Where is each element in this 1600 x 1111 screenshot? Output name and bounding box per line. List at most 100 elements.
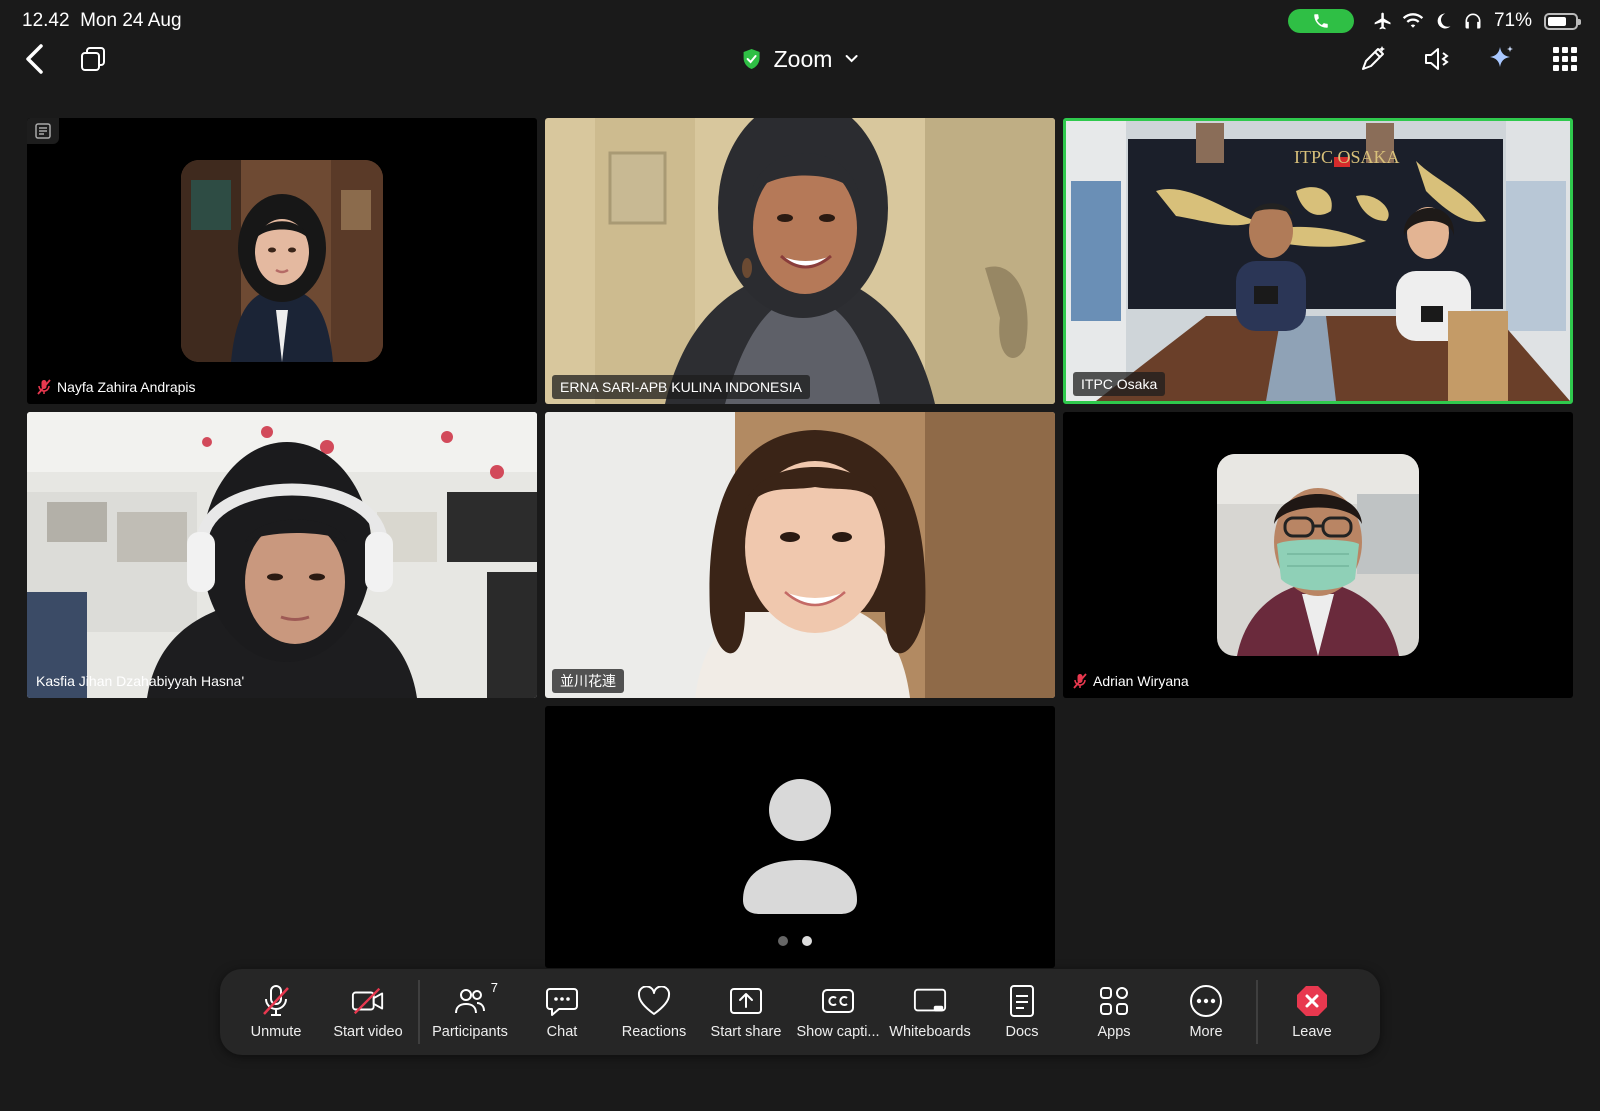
video-tile-itpc-osaka[interactable]: ITPC OSAKA ITPC Osaka <box>1063 118 1573 404</box>
meeting-toolbar: Unmute Start video 7 Participants Chat R… <box>220 969 1380 1055</box>
itpc-sign: ITPC OSAKA <box>1294 147 1400 167</box>
unmute-button[interactable]: Unmute <box>230 974 322 1050</box>
battery-level <box>1548 16 1566 26</box>
show-captions-button[interactable]: Show capti... <box>792 974 884 1050</box>
whiteboard-icon <box>913 984 947 1018</box>
docs-button[interactable]: Docs <box>976 974 1068 1050</box>
leave-label: Leave <box>1292 1024 1332 1040</box>
notes-icon <box>35 123 51 139</box>
participants-count-badge: 7 <box>490 980 498 995</box>
show-captions-label: Show capti... <box>796 1024 880 1040</box>
video-tile-erna[interactable]: ERNA SARI-APB KULINA INDONESIA <box>545 118 1055 404</box>
status-bar: 12.42 Mon 24 Aug 71% <box>0 0 1600 42</box>
participant-name: ERNA SARI-APB KULINA INDONESIA <box>560 379 802 395</box>
participant-name: ITPC Osaka <box>1081 376 1158 392</box>
participant-name: Kasfia Jihan Dzahabiyyah Hasna' <box>36 673 245 689</box>
participant-thumbnail <box>181 160 383 362</box>
more-button[interactable]: More <box>1160 974 1252 1050</box>
participant-thumbnail <box>1217 454 1419 656</box>
more-label: More <box>1189 1024 1223 1040</box>
apps-label: Apps <box>1097 1024 1131 1040</box>
start-share-button[interactable]: Start share <box>700 974 792 1050</box>
wifi-icon <box>1402 10 1424 32</box>
whiteboards-label: Whiteboards <box>889 1024 971 1040</box>
annotate-button[interactable] <box>1358 44 1388 74</box>
apps-icon <box>1097 984 1131 1018</box>
participant-name-label: Nayfa Zahira Andrapis <box>34 375 204 399</box>
ai-companion-button[interactable] <box>1486 44 1516 74</box>
status-icons: 71% <box>1287 8 1581 34</box>
participant-name: 並川花連 <box>560 673 616 689</box>
battery-percentage: 71% <box>1493 10 1532 31</box>
video-tile-namikawa[interactable]: 並川花連 <box>545 412 1055 698</box>
ai-companion-icon <box>1490 46 1513 67</box>
page-indicator <box>778 936 812 946</box>
muted-microphone-icon <box>259 984 293 1018</box>
heart-icon <box>637 984 671 1018</box>
picture-in-picture-button[interactable] <box>78 42 108 76</box>
page-dot-2[interactable] <box>802 936 812 946</box>
whiteboards-button[interactable]: Whiteboards <box>884 974 976 1050</box>
docs-label: Docs <box>1005 1024 1039 1040</box>
start-share-label: Start share <box>710 1024 782 1040</box>
video-tile-nayfa[interactable]: Nayfa Zahira Andrapis <box>27 118 537 404</box>
share-screen-icon <box>729 984 763 1018</box>
start-video-label: Start video <box>333 1024 403 1040</box>
toolbar-divider <box>1256 980 1258 1044</box>
grid-view-icon <box>1553 47 1577 71</box>
video-off-icon <box>351 984 385 1018</box>
chat-label: Chat <box>546 1024 578 1040</box>
meeting-header: Zoom <box>0 38 1600 82</box>
chat-button[interactable]: Chat <box>516 974 608 1050</box>
participants-icon <box>453 984 487 1018</box>
participants-label: Participants <box>432 1024 508 1040</box>
picture-in-picture-icon <box>81 47 105 71</box>
muted-mic-icon <box>36 379 52 395</box>
headphones-icon <box>1462 10 1484 32</box>
annotate-icon <box>1362 46 1385 70</box>
chat-icon <box>545 984 579 1018</box>
reactions-button[interactable]: Reactions <box>608 974 700 1050</box>
participant-name: Nayfa Zahira Andrapis <box>57 379 196 395</box>
back-button[interactable] <box>20 42 50 76</box>
header-actions <box>1358 42 1580 76</box>
participant-video <box>27 412 537 698</box>
more-options-icon <box>1189 984 1223 1018</box>
airplane-mode-icon <box>1372 10 1394 32</box>
participant-name-label: ITPC Osaka <box>1073 372 1166 396</box>
leave-button[interactable]: Leave <box>1262 974 1362 1050</box>
participant-video <box>545 118 1055 404</box>
clock-time: 12.42 <box>22 10 70 31</box>
closed-captions-icon <box>821 984 855 1018</box>
chevron-down-icon <box>845 55 858 63</box>
video-tile-adrian[interactable]: Adrian Wiryana <box>1063 412 1573 698</box>
speaker-icon <box>1425 48 1449 70</box>
battery-icon <box>1544 12 1581 30</box>
video-tile-no-video[interactable] <box>545 706 1055 968</box>
phone-icon <box>1314 14 1328 28</box>
participant-name: Adrian Wiryana <box>1093 673 1189 689</box>
participant-name-label: Kasfia Jihan Dzahabiyyah Hasna' <box>34 669 252 693</box>
toolbar-divider <box>418 980 420 1044</box>
back-icon <box>26 44 43 74</box>
tile-menu-button[interactable] <box>27 118 59 144</box>
document-icon <box>1005 984 1039 1018</box>
grid-view-button[interactable] <box>1550 44 1580 74</box>
participant-video <box>545 412 1055 698</box>
participant-name-label: ERNA SARI-APB KULINA INDONESIA <box>552 375 810 399</box>
audio-output-button[interactable] <box>1422 44 1452 74</box>
active-call-pill[interactable] <box>1287 9 1354 33</box>
video-tile-kasfia[interactable]: Kasfia Jihan Dzahabiyyah Hasna' <box>27 412 537 698</box>
start-video-button[interactable]: Start video <box>322 974 414 1050</box>
participant-name-label: Adrian Wiryana <box>1070 669 1197 693</box>
status-time: 12.42 Mon 24 Aug <box>22 10 182 32</box>
participant-name-label: 並川花連 <box>552 669 624 693</box>
meeting-title-dropdown[interactable]: Zoom <box>742 42 859 76</box>
muted-mic-icon <box>1072 673 1088 689</box>
apps-button[interactable]: Apps <box>1068 974 1160 1050</box>
reactions-label: Reactions <box>621 1024 687 1040</box>
page-dot-1[interactable] <box>778 936 788 946</box>
leave-icon <box>1295 984 1329 1018</box>
unmute-label: Unmute <box>250 1024 302 1040</box>
participants-button[interactable]: 7 Participants <box>424 974 516 1050</box>
